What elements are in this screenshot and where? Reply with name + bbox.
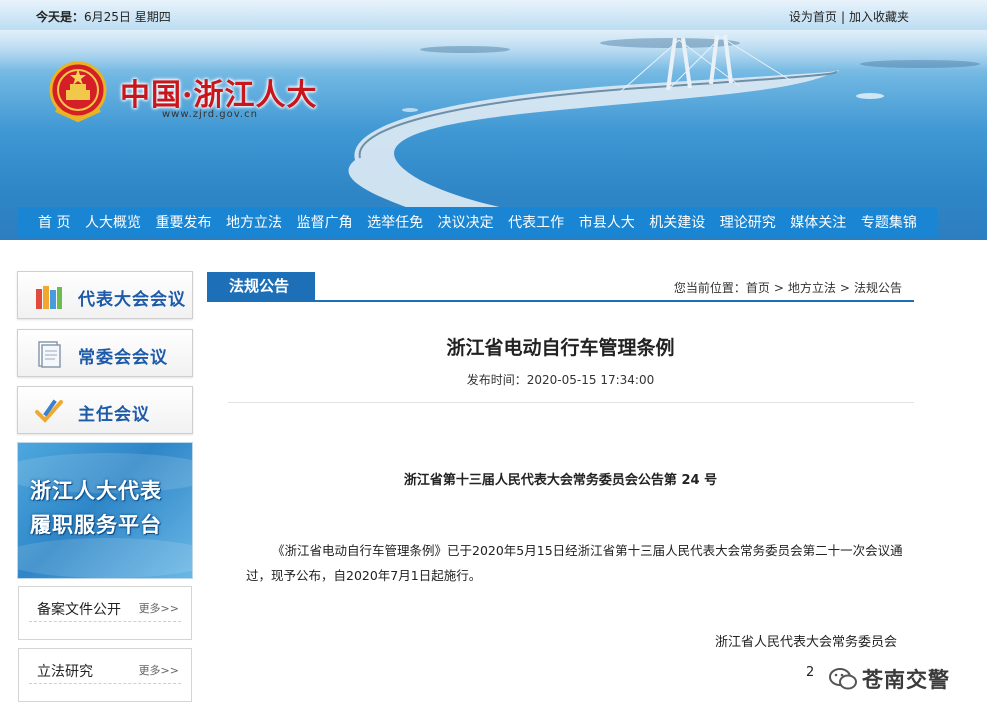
announcement-number: 浙江省第十三届人民代表大会常务委员会公告第 24 号 — [403, 473, 718, 488]
promo-line-2: 履职服务平台 — [30, 512, 162, 537]
box-divider — [29, 621, 181, 622]
nav-item-home[interactable]: 首 页 — [38, 212, 70, 232]
pen-check-icon — [35, 399, 63, 423]
legislative-research-box: 立法研究 更多>> — [18, 648, 192, 702]
publish-time: 发布时间：2020-05-15 17:34:00 — [466, 373, 655, 387]
document-icon — [38, 341, 61, 368]
promo-wave — [18, 538, 192, 578]
header-banner — [0, 0, 987, 240]
set-home-link[interactable]: 设为首页 — [789, 10, 837, 24]
date-label: 今天是： — [36, 10, 85, 24]
site-url: www.zjrd.gov.cn — [162, 109, 258, 120]
breadcrumb-separator: > — [839, 281, 850, 295]
nav-item-elections[interactable]: 选举任免 — [367, 212, 423, 232]
article-sign-date: 2 — [806, 665, 815, 680]
breadcrumb-home[interactable]: 首页 — [746, 281, 770, 295]
more-link[interactable]: 更多>> — [139, 662, 179, 678]
sidebar-button-label: 主任会议 — [78, 405, 150, 425]
nav-item-supervision[interactable]: 监督广角 — [297, 212, 353, 232]
nav-item-deputies[interactable]: 代表工作 — [508, 212, 564, 232]
article-signature: 浙江省人民代表大会常务委员会 — [714, 635, 897, 650]
wechat-watermark: 苍南交警 — [828, 662, 960, 696]
nav-item-releases[interactable]: 重要发布 — [156, 212, 212, 232]
sidebar-director-meeting-button[interactable]: 主任会议 — [17, 386, 193, 434]
date-value: 6月25日 星期四 — [84, 10, 171, 24]
breadcrumb-announcements[interactable]: 法规公告 — [854, 281, 902, 295]
nav-item-overview[interactable]: 人大概览 — [85, 212, 141, 232]
topbar-separator: | — [840, 10, 845, 24]
wechat-icon — [829, 668, 857, 690]
breadcrumb-separator: > — [773, 281, 784, 295]
box-title[interactable]: 立法研究 — [37, 661, 93, 681]
article-body: 《浙江省电动自行车管理条例》已于2020年5月15日经浙江省第十三届人民代表大会… — [246, 543, 903, 583]
sidebar-button-label: 代表大会会议 — [78, 290, 186, 310]
article-title: 浙江省电动自行车管理条例 — [446, 337, 675, 359]
section-header: 法规公告 您当前位置：首页 > 地方立法 > 法规公告 — [207, 272, 914, 302]
add-favorite-link[interactable]: 加入收藏夹 — [849, 10, 909, 24]
breadcrumb: 您当前位置：首页 > 地方立法 > 法规公告 — [674, 279, 902, 296]
sidebar-congress-meeting-button[interactable]: 代表大会会议 — [17, 271, 193, 319]
site-title[interactable]: 中国·浙江人大 — [120, 70, 317, 114]
nav-item-local-congress[interactable]: 市县人大 — [579, 212, 635, 232]
more-link[interactable]: 更多>> — [139, 600, 179, 616]
nav-item-resolutions[interactable]: 决议决定 — [438, 212, 494, 232]
promo-line-1: 浙江人大代表 — [30, 478, 162, 503]
main-nav: 首 页 人大概览 重要发布 地方立法 监督广角 选举任免 决议决定 代表工作 市… — [18, 207, 937, 237]
topbar-links: 设为首页 | 加入收藏夹 — [789, 8, 909, 25]
watermark-text: 苍南交警 — [862, 668, 950, 692]
sidebar-standing-committee-button[interactable]: 常委会会议 — [17, 329, 193, 377]
nav-item-media[interactable]: 媒体关注 — [790, 212, 846, 232]
deputy-service-platform-banner[interactable]: 浙江人大代表 履职服务平台 — [17, 442, 193, 579]
title-divider — [228, 402, 914, 403]
sidebar-button-label: 常委会会议 — [78, 348, 168, 368]
nav-item-organ[interactable]: 机关建设 — [649, 212, 705, 232]
box-divider — [29, 683, 181, 684]
filing-documents-box: 备案文件公开 更多>> — [18, 586, 192, 640]
nav-item-legislation[interactable]: 地方立法 — [226, 212, 282, 232]
box-title[interactable]: 备案文件公开 — [37, 599, 121, 619]
bridge-illustration — [348, 34, 884, 225]
breadcrumb-prefix: 您当前位置： — [673, 281, 746, 295]
nav-item-topics[interactable]: 专题集锦 — [861, 212, 917, 232]
books-icon — [36, 286, 62, 309]
national-emblem-icon — [49, 61, 107, 123]
topbar-date: 今天是：6月25日 星期四 — [36, 8, 171, 25]
nav-item-theory[interactable]: 理论研究 — [720, 212, 776, 232]
section-tab[interactable]: 法规公告 — [207, 272, 315, 301]
breadcrumb-legislation[interactable]: 地方立法 — [788, 281, 836, 295]
